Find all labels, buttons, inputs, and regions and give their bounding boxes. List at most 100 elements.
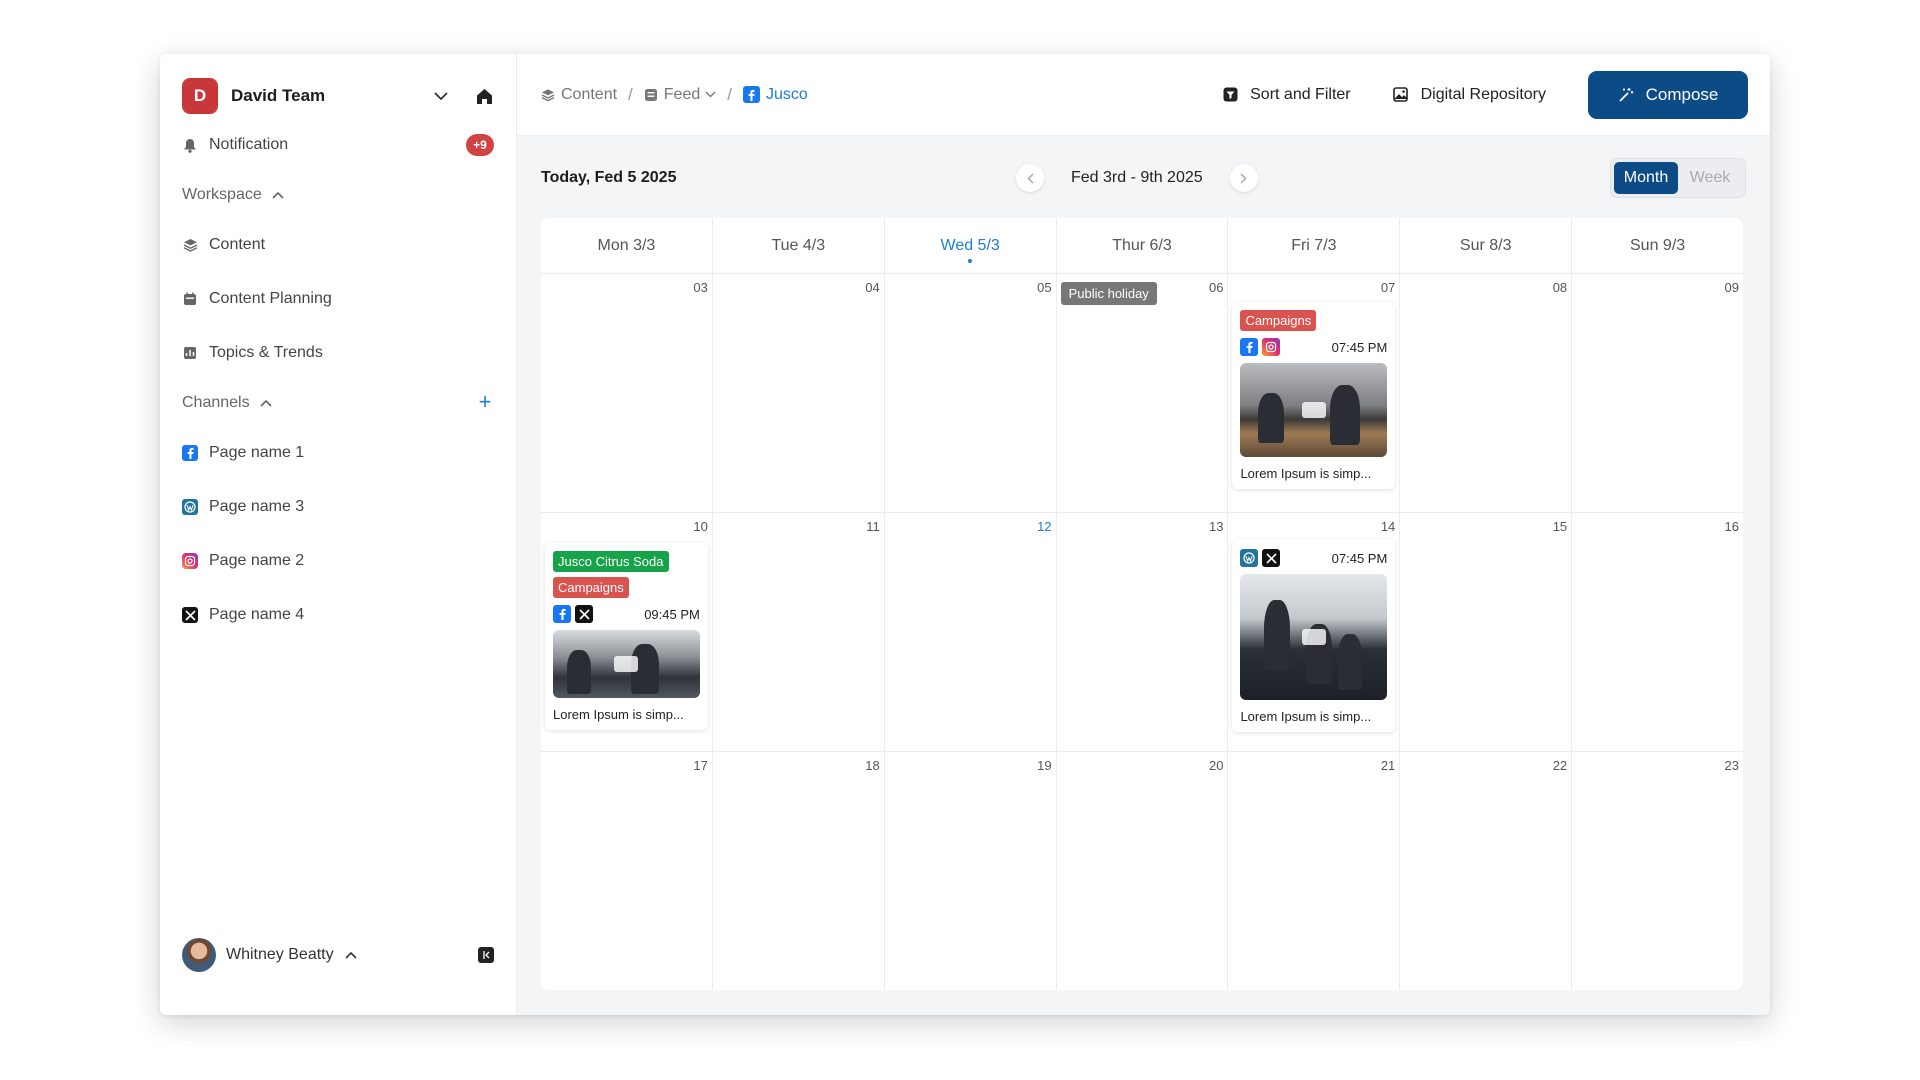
compose-button[interactable]: Compose: [1588, 70, 1748, 119]
view-toggle: Month Week: [1610, 158, 1746, 198]
day-number: 03: [693, 280, 708, 295]
channels-section-toggle[interactable]: Channels +: [182, 380, 494, 426]
day-number: 06: [1208, 280, 1224, 295]
layers-icon: [182, 237, 198, 253]
calendar-day-cell[interactable]: 17: [541, 752, 713, 990]
breadcrumb-jusco[interactable]: Jusco: [742, 85, 808, 104]
calendar-day-cell[interactable]: Public holiday 06: [1057, 274, 1229, 512]
day-header-today: Wed 5/3: [885, 218, 1057, 273]
video-play-icon: [1301, 629, 1326, 645]
calendar-day-cell[interactable]: 13: [1057, 513, 1229, 751]
sidebar-item-content[interactable]: Content: [182, 218, 494, 272]
top-bar: Content / Feed / Jusco Sort and Filter D…: [517, 54, 1770, 136]
sidebar-item-topics-trends[interactable]: Topics & Trends: [182, 326, 494, 380]
instagram-icon: [182, 553, 198, 569]
breadcrumb-separator: /: [628, 84, 633, 104]
add-channel-button[interactable]: +: [476, 391, 494, 413]
calendar-day-cell[interactable]: 09: [1572, 274, 1743, 512]
sidebar-item-label: Page name 4: [209, 606, 305, 623]
chevron-right-icon: [1240, 172, 1247, 184]
bell-icon: [182, 137, 198, 153]
breadcrumb-content[interactable]: Content: [541, 86, 617, 104]
sidebar-item-page-name-1[interactable]: Page name 1: [182, 426, 494, 480]
day-number: 11: [866, 519, 880, 534]
post-excerpt: Lorem Ipsum is simp...: [1240, 709, 1372, 724]
breadcrumb-separator: /: [727, 84, 732, 104]
sort-filter-label: Sort and Filter: [1250, 85, 1351, 103]
workspace-section-toggle[interactable]: Workspace: [182, 172, 494, 218]
chevron-left-icon: [1026, 172, 1034, 184]
day-number: 07: [1380, 280, 1396, 295]
calendar-day-headers: Mon 3/3 Tue 4/3 Wed 5/3 Thur 6/3 Fri 7/3…: [541, 218, 1743, 274]
calendar-week: 10 Jusco Citrus Soda Campaigns 09:45 PM: [541, 513, 1743, 752]
sidebar-item-page-name-3[interactable]: Page name 3: [182, 480, 494, 534]
calendar-day-cell[interactable]: 23: [1572, 752, 1743, 990]
post-card[interactable]: Jusco Citrus Soda Campaigns 09:45 PM Lor…: [545, 543, 708, 730]
sidebar-item-page-name-2[interactable]: Page name 2: [182, 534, 494, 588]
calendar-day-cell[interactable]: 11: [713, 513, 885, 751]
view-month-button[interactable]: Month: [1614, 162, 1678, 194]
calendar-day-cell[interactable]: 18: [713, 752, 885, 990]
sidebar-item-label: Notification: [209, 136, 289, 153]
calendar-day-cell[interactable]: 21: [1228, 752, 1401, 990]
post-card[interactable]: 07:45 PM Lorem Ipsum is simp...: [1232, 539, 1396, 732]
breadcrumb-label: Feed: [663, 85, 701, 103]
digital-repository-button[interactable]: Digital Repository: [1393, 86, 1546, 104]
calendar-day-cell[interactable]: 20: [1057, 752, 1229, 990]
day-number: 05: [1037, 280, 1052, 295]
calendar-week: 03 04 05 Public holiday 06 07 Campaigns: [541, 274, 1743, 513]
day-number: 13: [1208, 519, 1224, 534]
sidebar-item-page-name-4[interactable]: Page name 4: [182, 588, 494, 642]
workspace-heading: Workspace: [182, 186, 262, 203]
post-card[interactable]: Campaigns 07:45 PM Lorem Ipsum is simp..…: [1232, 302, 1396, 489]
sidebar-item-label: Content: [209, 236, 266, 253]
sidebar: D David Team Notification +9 Workspace C…: [160, 54, 517, 1015]
calendar-day-cell[interactable]: 08: [1400, 274, 1573, 512]
day-header: Thur 6/3: [1057, 218, 1229, 273]
next-week-button[interactable]: [1229, 164, 1258, 192]
prev-week-button[interactable]: [1016, 164, 1044, 192]
calendar-day-cell[interactable]: 16: [1572, 513, 1743, 751]
compose-label: Compose: [1645, 84, 1719, 104]
breadcrumb-label: Jusco: [765, 85, 808, 103]
post-time: 07:45 PM: [1331, 550, 1388, 566]
calendar-day-cell[interactable]: 15: [1400, 513, 1573, 751]
sort-filter-button[interactable]: Sort and Filter: [1222, 85, 1351, 104]
calendar-day-cell[interactable]: 07 Campaigns 07:45 PM Lorem Ipsum is sim…: [1228, 274, 1401, 512]
chevron-down-icon[interactable]: [430, 85, 452, 107]
user-menu[interactable]: Whitney Beatty: [182, 937, 494, 973]
calendar-icon: [182, 291, 198, 307]
breadcrumb-feed[interactable]: Feed: [644, 86, 716, 104]
post-time: 07:45 PM: [1331, 339, 1388, 355]
day-number: 14: [1380, 519, 1396, 534]
sidebar-item-notification[interactable]: Notification +9: [182, 118, 494, 172]
calendar-day-cell[interactable]: 22: [1400, 752, 1573, 990]
post-thumbnail: [553, 630, 700, 698]
team-switcher[interactable]: D David Team: [182, 78, 494, 114]
day-number: 23: [1724, 758, 1740, 773]
chevron-down-icon: [705, 89, 716, 100]
view-week-button[interactable]: Week: [1678, 162, 1742, 194]
sidebar-item-label: Page name 1: [209, 444, 305, 461]
post-meta: 07:45 PM: [1240, 336, 1387, 358]
post-thumbnail: [1240, 574, 1388, 700]
calendar-day-cell[interactable]: 10 Jusco Citrus Soda Campaigns 09:45 PM: [541, 513, 713, 751]
post-excerpt: Lorem Ipsum is simp...: [1240, 466, 1372, 481]
calendar-day-cell[interactable]: 05: [885, 274, 1057, 512]
sidebar-item-content-planning[interactable]: Content Planning: [182, 272, 494, 326]
calendar-day-cell[interactable]: 12: [885, 513, 1057, 751]
calendar-day-cell[interactable]: 19: [885, 752, 1057, 990]
breadcrumb-label: Content: [561, 85, 618, 103]
channels-heading: Channels: [182, 394, 250, 411]
collapse-sidebar-icon[interactable]: [478, 947, 494, 963]
post-meta: 09:45 PM: [553, 603, 700, 625]
home-icon[interactable]: [474, 86, 494, 106]
x-icon: [182, 607, 198, 623]
x-icon: [1262, 549, 1281, 567]
main-content: Content / Feed / Jusco Sort and Filter D…: [517, 54, 1770, 1015]
calendar-day-cell[interactable]: 03: [541, 274, 713, 512]
chevron-up-icon: [344, 948, 358, 962]
calendar-day-cell[interactable]: 14 07:45 PM Lorem Ipsum is simp...: [1228, 513, 1401, 751]
video-play-icon: [1301, 402, 1326, 418]
calendar-day-cell[interactable]: 04: [713, 274, 885, 512]
